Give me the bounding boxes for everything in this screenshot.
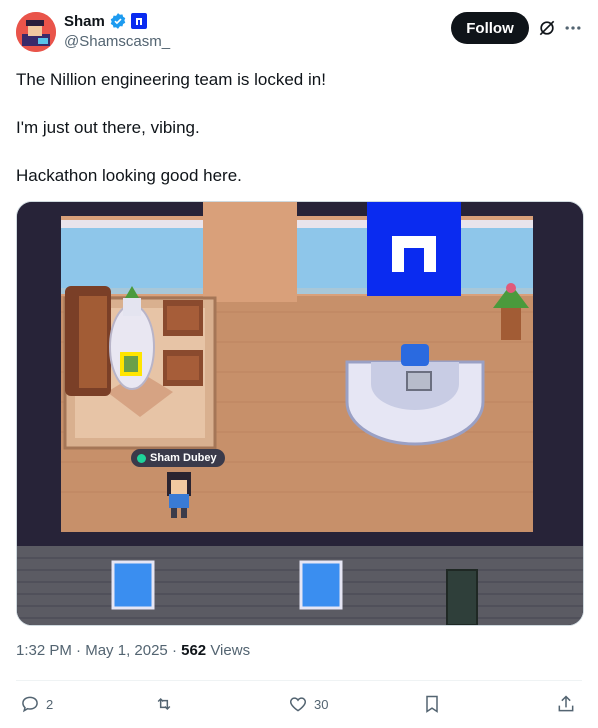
- divider: [16, 680, 582, 681]
- verified-badge-icon: [110, 13, 126, 29]
- tweet-line: Hackathon looking good here.: [16, 166, 242, 185]
- more-icon[interactable]: [563, 18, 583, 38]
- tweet-text: The Nillion engineering team is locked i…: [16, 68, 576, 188]
- bookmark-icon: [426, 695, 438, 713]
- tweet-date[interactable]: May 1, 2025: [85, 642, 168, 659]
- like-button[interactable]: 30: [288, 694, 328, 714]
- share-button[interactable]: [556, 694, 576, 714]
- player-name-label: Sham Dubey: [131, 449, 225, 467]
- follow-button[interactable]: Follow: [451, 12, 529, 44]
- reply-icon: [22, 696, 38, 713]
- tweet-media-image[interactable]: Sham Dubey: [16, 201, 584, 626]
- like-icon: [289, 697, 307, 712]
- repost-icon: [157, 697, 171, 711]
- views-count: 562: [181, 642, 207, 659]
- author-name[interactable]: Sham: [64, 13, 105, 30]
- avatar[interactable]: [16, 12, 56, 52]
- online-status-dot: [137, 453, 146, 463]
- grok-icon[interactable]: [537, 18, 557, 38]
- nillion-logo-banner: [367, 202, 461, 296]
- tweet-line: I'm just out there, vibing.: [16, 118, 200, 137]
- author-name-row: Sham: [64, 12, 147, 30]
- author-handle[interactable]: @Shamscasm_: [64, 33, 170, 50]
- like-count: 30: [314, 696, 329, 712]
- reply-button[interactable]: 2: [20, 694, 53, 714]
- views-label: Views: [210, 642, 251, 659]
- share-icon: [558, 695, 574, 712]
- tweet-line: [16, 92, 576, 116]
- tweet-time[interactable]: 1:32 PM: [16, 642, 72, 659]
- org-badge-icon[interactable]: [130, 13, 147, 29]
- tweet-meta: 1:32 PM · May 1, 2025 · 562 Views: [16, 642, 251, 659]
- bookmark-button[interactable]: [422, 694, 442, 714]
- repost-button[interactable]: [154, 694, 180, 714]
- reply-count: 2: [46, 696, 54, 712]
- tweet-line: [16, 140, 576, 164]
- game-scene: [17, 202, 583, 625]
- tweet-line: The Nillion engineering team is locked i…: [16, 70, 326, 89]
